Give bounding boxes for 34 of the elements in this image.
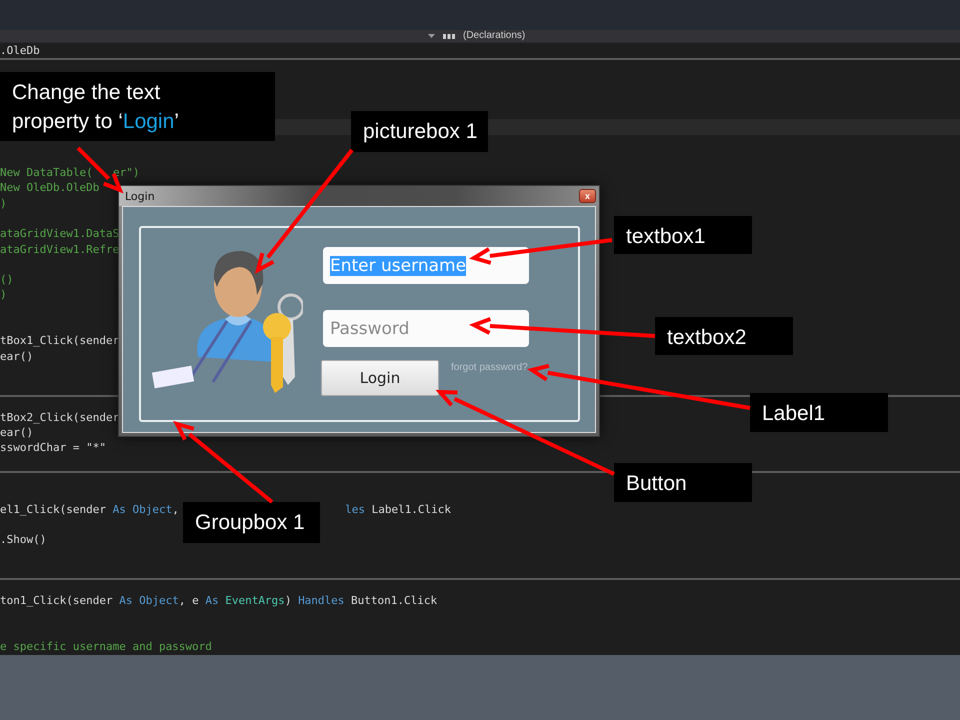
callout-label: textbox2 (655, 317, 793, 355)
dropdown-arrow-icon[interactable] (428, 34, 435, 38)
callout-label: Groupbox 1 (183, 502, 320, 543)
code-line: ear() (0, 426, 34, 440)
code-line: ataGridView1.DataS (0, 227, 120, 242)
code-line: .OleDb (0, 44, 40, 58)
code-line: tBox1_Click(sender (0, 334, 120, 348)
forgot-password-link[interactable]: forgot password? (451, 362, 528, 396)
code-line: () (0, 273, 14, 288)
code-line: ataGridView1.Refre (0, 242, 120, 256)
callout-label: Change the text property to ‘Login’ (0, 72, 275, 141)
code-line: ear() (0, 350, 34, 364)
code-line: e specific username and password (0, 640, 212, 654)
password-field[interactable]: Password (323, 310, 529, 347)
code-line: .Show() (0, 533, 46, 548)
code-line: tBox2_Click(sender (0, 410, 120, 425)
callout-label: Button (614, 463, 752, 502)
code-line: ton1_Click(sender As Object, e As EventArgs) Handles Button1.Click (0, 594, 438, 608)
code-line: ) (0, 288, 7, 302)
member-dropdown[interactable]: (Declarations) (463, 30, 526, 42)
login-button[interactable]: Login (321, 360, 439, 396)
code-line: New OleDb.OleDb (0, 181, 100, 196)
code-line: ) (0, 196, 7, 211)
callout-label: textbox1 (614, 216, 752, 254)
callout-label: Label1 (750, 393, 888, 432)
code-line: New DataTable( (0, 166, 93, 180)
dialog-title: Login (125, 190, 155, 202)
code-line: sswordChar = "*" (0, 441, 106, 456)
username-field[interactable]: Enter username (323, 247, 529, 284)
callout-label: picturebox 1 (351, 111, 488, 152)
close-button[interactable]: x (579, 189, 596, 203)
code-line: el1_Click(sender As Object, (0, 502, 179, 517)
code-line: les Label1.Click (345, 502, 452, 517)
members-icon (443, 32, 455, 40)
